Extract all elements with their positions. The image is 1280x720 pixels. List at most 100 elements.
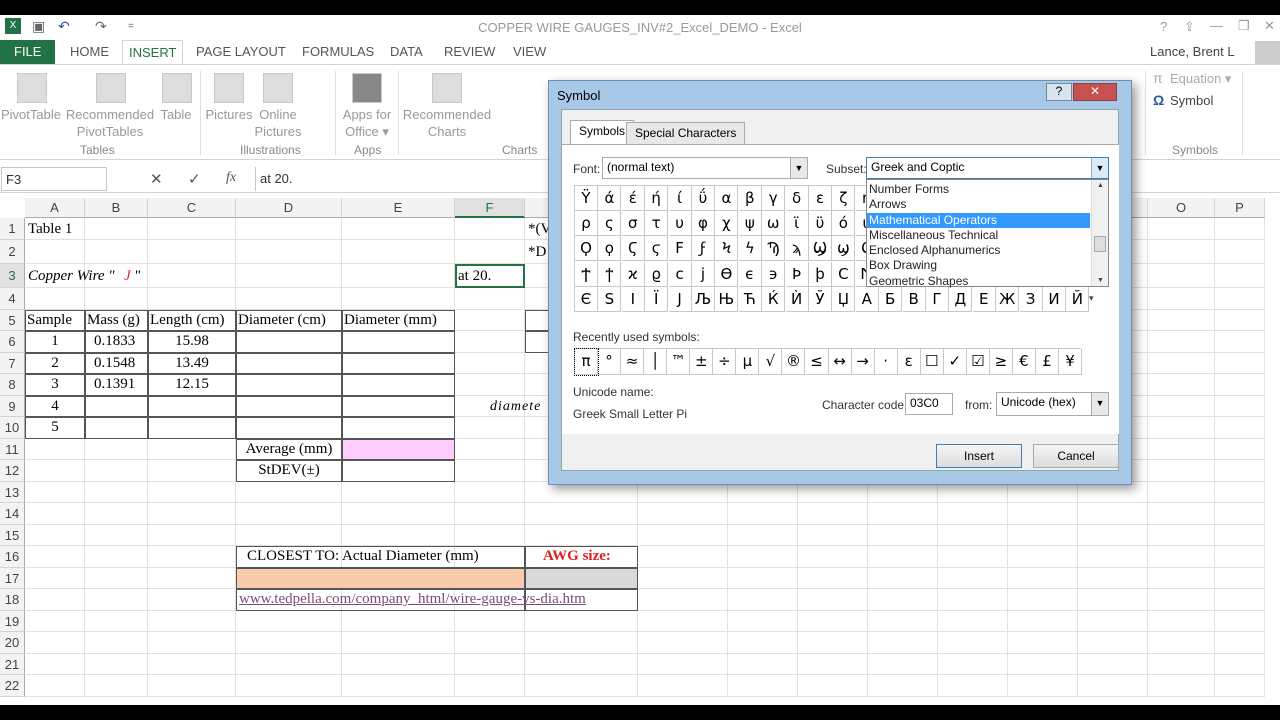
- symbol-cell[interactable]: ρ: [575, 211, 598, 237]
- cell-c8[interactable]: 12.15: [151, 374, 233, 396]
- cell[interactable]: [148, 546, 236, 568]
- tab-review[interactable]: REVIEW: [438, 40, 501, 64]
- symbol-cell[interactable]: ά: [598, 186, 622, 211]
- symbol-cell[interactable]: ϣ: [832, 236, 856, 262]
- cell[interactable]: [25, 481, 85, 503]
- cell-d11[interactable]: Average (mm): [239, 439, 339, 461]
- tab-file[interactable]: FILE: [0, 40, 56, 64]
- cell[interactable]: [1148, 675, 1215, 697]
- cell[interactable]: [148, 218, 236, 240]
- cell[interactable]: [1148, 264, 1215, 288]
- symbol-cell[interactable]: Ϲ: [832, 261, 856, 287]
- symbol-cell[interactable]: И: [1043, 286, 1066, 312]
- cell[interactable]: [868, 589, 938, 611]
- cell[interactable]: [1215, 610, 1265, 632]
- symbol-cell[interactable]: ί: [668, 186, 692, 211]
- cell[interactable]: [1215, 240, 1265, 264]
- cell[interactable]: [1008, 546, 1078, 568]
- symbol-cell[interactable]: ϋ: [809, 211, 832, 237]
- row-header-2[interactable]: 2: [0, 240, 25, 264]
- cell[interactable]: [25, 460, 85, 482]
- symbol-cell[interactable]: Б: [879, 286, 903, 312]
- symbol-cell[interactable]: ΰ: [692, 186, 715, 211]
- symbol-cell[interactable]: Є: [575, 286, 598, 312]
- cell[interactable]: [342, 675, 455, 697]
- cell[interactable]: [1215, 417, 1265, 439]
- cell[interactable]: [638, 653, 728, 675]
- cell[interactable]: [342, 264, 455, 288]
- row-header-13[interactable]: 13: [0, 481, 25, 503]
- row-header-3[interactable]: 3: [0, 264, 25, 288]
- cell[interactable]: [1148, 632, 1215, 654]
- character-code-input[interactable]: 03C0: [905, 393, 953, 415]
- cell[interactable]: [342, 632, 455, 654]
- cell[interactable]: [638, 567, 728, 589]
- cell-d16[interactable]: CLOSEST TO: Actual Diameter (mm): [247, 546, 479, 568]
- cell-a1[interactable]: Table 1: [28, 218, 72, 240]
- cell[interactable]: [525, 675, 638, 697]
- cell[interactable]: [342, 610, 455, 632]
- cell[interactable]: [25, 675, 85, 697]
- cell[interactable]: [455, 218, 525, 240]
- symbol-cell[interactable]: ϙ: [598, 236, 622, 262]
- cell[interactable]: [868, 524, 938, 546]
- cell[interactable]: [85, 481, 148, 503]
- recent-symbol[interactable]: ✓: [943, 349, 967, 375]
- symbol-cell[interactable]: Љ: [692, 286, 715, 312]
- symbol-cell[interactable]: α: [715, 186, 739, 211]
- symbol-cell[interactable]: Ϡ: [762, 236, 786, 262]
- cell[interactable]: [236, 653, 342, 675]
- symbol-cell[interactable]: Ϙ: [575, 236, 598, 262]
- cell[interactable]: [1215, 438, 1265, 460]
- cell-b6[interactable]: 0.1833: [88, 331, 145, 353]
- cell[interactable]: [1148, 589, 1215, 611]
- recent-symbol[interactable]: €: [1012, 349, 1036, 375]
- dialog-help-button[interactable]: ?: [1046, 83, 1072, 101]
- cell[interactable]: [1008, 589, 1078, 611]
- symbol-cell[interactable]: ϊ: [785, 211, 809, 237]
- cell[interactable]: [85, 218, 148, 240]
- symbol-cell[interactable]: ϶: [762, 261, 786, 287]
- cell[interactable]: [455, 374, 525, 396]
- cell[interactable]: [342, 288, 455, 310]
- cell[interactable]: [638, 524, 728, 546]
- cell-b8[interactable]: 0.1391: [88, 374, 145, 396]
- recommended-charts-button[interactable]: Recommended Charts: [400, 106, 494, 140]
- cell[interactable]: [25, 610, 85, 632]
- symbol-cell[interactable]: ϝ: [692, 236, 715, 262]
- cell[interactable]: [938, 524, 1008, 546]
- symbol-cell[interactable]: Џ: [832, 286, 856, 312]
- cell[interactable]: [85, 546, 148, 568]
- symbol-cell[interactable]: δ: [785, 186, 809, 211]
- cell[interactable]: [1148, 546, 1215, 568]
- column-header-e[interactable]: E: [342, 198, 455, 218]
- cell[interactable]: [85, 438, 148, 460]
- cell[interactable]: [1215, 503, 1265, 525]
- row-header-6[interactable]: 6: [0, 331, 25, 353]
- cell[interactable]: [236, 503, 342, 525]
- recent-symbol[interactable]: ε: [897, 349, 921, 375]
- symbol-cell[interactable]: γ: [762, 186, 786, 211]
- recent-symbol[interactable]: ®: [782, 349, 806, 375]
- cell[interactable]: [85, 288, 148, 310]
- help-icon[interactable]: ?: [1160, 19, 1167, 34]
- cell[interactable]: [798, 653, 868, 675]
- cell[interactable]: [25, 240, 85, 264]
- cell[interactable]: [85, 653, 148, 675]
- cell[interactable]: [1148, 503, 1215, 525]
- equation-button[interactable]: Equation ▾: [1170, 71, 1231, 87]
- row-header-8[interactable]: 8: [0, 374, 25, 396]
- cell[interactable]: [798, 675, 868, 697]
- row-header-22[interactable]: 22: [0, 675, 25, 697]
- symbol-cell[interactable]: ϴ: [715, 261, 739, 287]
- chevron-down-icon[interactable]: ▼: [1091, 393, 1108, 415]
- cell[interactable]: [938, 546, 1008, 568]
- recent-symbol[interactable]: ·: [874, 349, 898, 375]
- symbol-cell[interactable]: Г: [926, 286, 949, 312]
- row-header-5[interactable]: 5: [0, 309, 25, 331]
- cell[interactable]: [798, 589, 868, 611]
- symbol-cell[interactable]: А: [855, 286, 879, 312]
- cell[interactable]: [1215, 567, 1265, 589]
- symbol-cell[interactable]: Њ: [715, 286, 739, 312]
- cell[interactable]: [1148, 417, 1215, 439]
